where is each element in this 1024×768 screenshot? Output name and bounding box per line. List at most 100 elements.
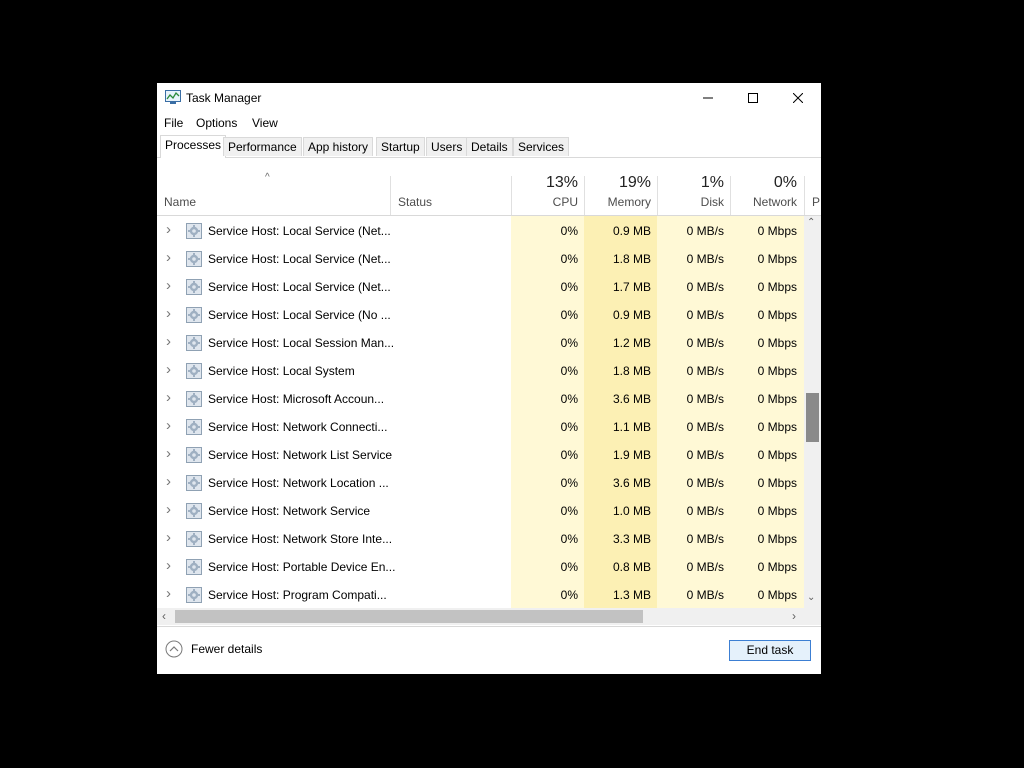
title-bar[interactable]: Task Manager xyxy=(157,83,821,113)
process-cpu: 0% xyxy=(560,392,578,406)
process-row[interactable]: › Service Host: Local Service (Net... 0% 1.… xyxy=(157,273,805,301)
process-row[interactable]: › Service Host: Microsoft Accoun... 0% 3.6 … xyxy=(157,385,805,413)
service-host-icon xyxy=(186,363,202,379)
process-network: 0 Mbps xyxy=(757,504,797,518)
process-row[interactable]: › Service Host: Local Service (Net... 0% 0.… xyxy=(157,217,805,245)
process-row[interactable]: › Service Host: Local System 0% 1.8 MB 0 MB/… xyxy=(157,357,805,385)
process-disk: 0 MB/s xyxy=(686,476,724,490)
process-row[interactable]: › Service Host: Network List Service 0% 1.9… xyxy=(157,441,805,469)
column-memory[interactable]: Memory xyxy=(585,195,651,209)
process-name: Service Host: Local Service (Net... xyxy=(208,224,391,238)
scrollbar-corner xyxy=(804,608,821,625)
process-cpu: 0% xyxy=(560,420,578,434)
expand-chevron-icon[interactable]: › xyxy=(166,502,174,517)
service-host-icon xyxy=(186,475,202,491)
menu-file[interactable]: File xyxy=(164,116,183,130)
minimize-button[interactable] xyxy=(685,83,731,113)
expand-chevron-icon[interactable]: › xyxy=(166,250,174,265)
horizontal-scroll-thumb[interactable] xyxy=(175,610,643,623)
expand-chevron-icon[interactable]: › xyxy=(166,306,174,321)
service-host-icon xyxy=(186,335,202,351)
process-disk: 0 MB/s xyxy=(686,448,724,462)
process-name: Service Host: Portable Device En... xyxy=(208,560,396,574)
tab-details[interactable]: Details xyxy=(466,137,513,156)
expand-chevron-icon[interactable]: › xyxy=(166,530,174,545)
service-host-icon xyxy=(186,223,202,239)
process-disk: 0 MB/s xyxy=(686,336,724,350)
service-host-icon xyxy=(186,391,202,407)
menu-bar: File Options View xyxy=(157,114,821,134)
process-row[interactable]: › Service Host: Program Compati... 0% 1.3 M… xyxy=(157,581,805,608)
process-disk: 0 MB/s xyxy=(686,420,724,434)
expand-chevron-icon[interactable]: › xyxy=(166,474,174,489)
column-power-partial[interactable]: P xyxy=(812,195,820,209)
fewer-details-button[interactable]: Fewer details xyxy=(165,640,262,658)
process-row[interactable]: › Service Host: Network Service 0% 1.0 MB 0 … xyxy=(157,497,805,525)
service-host-icon xyxy=(186,419,202,435)
service-host-icon xyxy=(186,447,202,463)
process-memory: 1.3 MB xyxy=(612,588,651,602)
process-cpu: 0% xyxy=(560,308,578,322)
process-network: 0 Mbps xyxy=(757,280,797,294)
column-name[interactable]: Name xyxy=(164,195,196,209)
process-cpu: 0% xyxy=(560,448,578,462)
column-disk[interactable]: Disk xyxy=(658,195,724,209)
tab-users[interactable]: Users xyxy=(426,137,468,156)
process-row[interactable]: › Service Host: Local Session Man... 0% 1.2… xyxy=(157,329,805,357)
expand-chevron-icon[interactable]: › xyxy=(166,334,174,349)
process-row[interactable]: › Service Host: Portable Device En... 0% 0.… xyxy=(157,553,805,581)
close-button[interactable] xyxy=(775,83,821,113)
scroll-left-arrow-icon[interactable]: ‹ xyxy=(162,609,166,623)
tab-startup[interactable]: Startup xyxy=(376,137,425,156)
scroll-up-arrow-icon[interactable]: ⌃ xyxy=(807,217,815,228)
scroll-right-arrow-icon[interactable]: › xyxy=(792,609,796,623)
process-name: Service Host: Local System xyxy=(208,364,355,378)
process-cpu: 0% xyxy=(560,336,578,350)
process-memory: 1.0 MB xyxy=(612,504,651,518)
process-disk: 0 MB/s xyxy=(686,224,724,238)
expand-chevron-icon[interactable]: › xyxy=(166,278,174,293)
expand-chevron-icon[interactable]: › xyxy=(166,390,174,405)
maximize-button[interactable] xyxy=(730,83,776,113)
service-host-icon xyxy=(186,531,202,547)
menu-options[interactable]: Options xyxy=(196,116,237,130)
process-row[interactable]: › Service Host: Network Location ... 0% 3.6… xyxy=(157,469,805,497)
process-row[interactable]: › Service Host: Local Service (Net... 0% 1.… xyxy=(157,245,805,273)
end-task-button[interactable]: End task xyxy=(729,640,811,661)
column-divider[interactable] xyxy=(804,176,805,215)
process-row[interactable]: › Service Host: Local Service (No ... 0% 0.… xyxy=(157,301,805,329)
column-status[interactable]: Status xyxy=(398,195,432,209)
tab-app-history[interactable]: App history xyxy=(303,137,374,156)
vertical-scrollbar[interactable]: ⌃ ⌄ xyxy=(804,216,821,608)
tab-processes[interactable]: Processes xyxy=(160,135,227,158)
expand-chevron-icon[interactable]: › xyxy=(166,558,174,573)
horizontal-scrollbar[interactable]: ‹ › xyxy=(157,608,805,625)
expand-chevron-icon[interactable]: › xyxy=(166,586,174,601)
scroll-down-arrow-icon[interactable]: ⌄ xyxy=(807,592,815,603)
menu-view[interactable]: View xyxy=(252,116,278,130)
column-network[interactable]: Network xyxy=(731,195,797,209)
process-name: Service Host: Network Service xyxy=(208,504,371,518)
expand-chevron-icon[interactable]: › xyxy=(166,418,174,433)
process-disk: 0 MB/s xyxy=(686,280,724,294)
expand-chevron-icon[interactable]: › xyxy=(166,222,174,237)
process-memory: 1.1 MB xyxy=(612,420,651,434)
chevron-up-circle-icon xyxy=(165,640,183,658)
expand-chevron-icon[interactable]: › xyxy=(166,446,174,461)
process-row[interactable]: › Service Host: Network Connecti... 0% 1.1 … xyxy=(157,413,805,441)
vertical-scroll-thumb[interactable] xyxy=(806,393,819,442)
maximize-icon xyxy=(748,93,758,103)
process-name: Service Host: Local Service (Net... xyxy=(208,280,391,294)
process-cpu: 0% xyxy=(560,560,578,574)
memory-total-percent: 19% xyxy=(618,174,651,191)
column-cpu[interactable]: CPU xyxy=(512,195,578,209)
process-name: Service Host: Program Compati... xyxy=(208,588,387,602)
process-list: › Service Host: Local Service (Net... 0% 0.… xyxy=(157,216,805,608)
process-disk: 0 MB/s xyxy=(686,588,724,602)
tab-performance[interactable]: Performance xyxy=(223,137,302,156)
column-divider[interactable] xyxy=(390,176,391,215)
tab-services[interactable]: Services xyxy=(513,137,570,156)
process-row[interactable]: › Service Host: Network Store Inte... 0% 3.… xyxy=(157,525,805,553)
service-host-icon xyxy=(186,587,202,603)
expand-chevron-icon[interactable]: › xyxy=(166,362,174,377)
